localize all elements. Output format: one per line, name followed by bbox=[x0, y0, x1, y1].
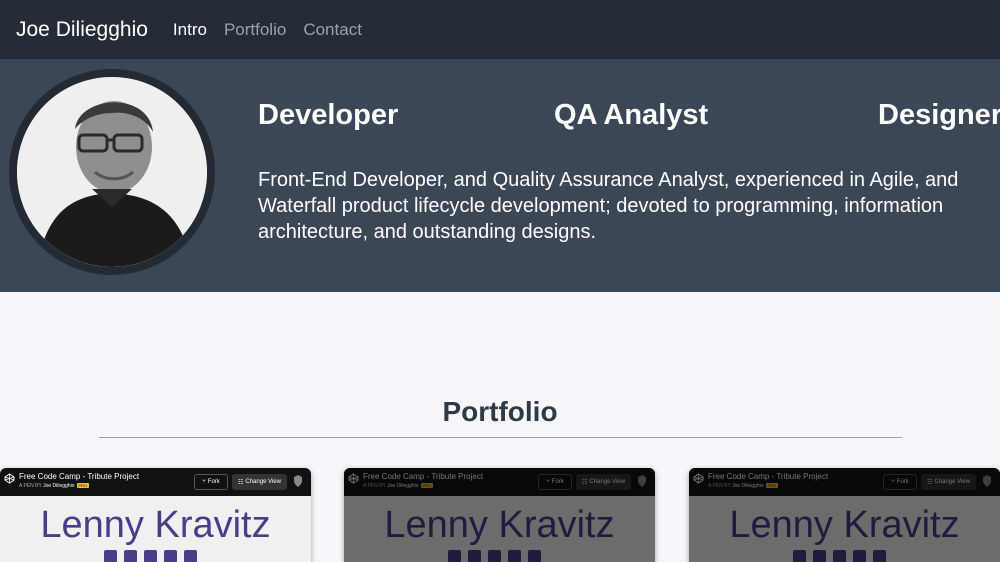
portfolio-card[interactable]: Free Code Camp - Tribute Project A PEN B… bbox=[344, 468, 655, 562]
instagram-icon[interactable] bbox=[468, 550, 481, 562]
social-icons bbox=[793, 550, 886, 562]
fork-label: Fork bbox=[207, 479, 220, 485]
fork-icon: ⑂ bbox=[891, 479, 895, 485]
card-header: Free Code Camp - Tribute Project A PEN B… bbox=[689, 468, 1000, 496]
spotify-icon[interactable] bbox=[508, 550, 521, 562]
twitter-icon[interactable] bbox=[144, 550, 157, 562]
change-view-button[interactable]: ☷ Change View bbox=[232, 474, 287, 490]
instagram-icon[interactable] bbox=[124, 550, 137, 562]
shield-icon[interactable] bbox=[638, 475, 646, 487]
change-view-button[interactable]: ☷ Change View bbox=[921, 474, 976, 490]
role-designer: Designer bbox=[878, 99, 1000, 131]
bio-text: Front-End Developer, and Quality Assuran… bbox=[258, 169, 959, 243]
fork-icon: ⑂ bbox=[202, 479, 206, 485]
youtube-icon[interactable] bbox=[528, 550, 541, 562]
shield-icon[interactable] bbox=[294, 475, 302, 487]
card-title[interactable]: Free Code Camp - Tribute Project bbox=[363, 472, 483, 481]
fork-button[interactable]: ⑂ Fork bbox=[194, 474, 228, 490]
profile-photo bbox=[9, 69, 215, 275]
card-author[interactable]: Joe Diliegghio bbox=[387, 483, 418, 489]
layout-icon: ☷ bbox=[238, 479, 244, 486]
facebook-icon[interactable] bbox=[448, 550, 461, 562]
portfolio-card[interactable]: Free Code Camp - Tribute Project A PEN B… bbox=[689, 468, 1000, 562]
twitter-icon[interactable] bbox=[833, 550, 846, 562]
shield-icon[interactable] bbox=[983, 475, 991, 487]
fork-label: Fork bbox=[896, 479, 909, 485]
card-author[interactable]: Joe Diliegghio bbox=[43, 483, 74, 489]
byline-prefix: A PEN BY bbox=[708, 483, 731, 489]
card-author[interactable]: Joe Diliegghio bbox=[732, 483, 763, 489]
card-title[interactable]: Free Code Camp - Tribute Project bbox=[19, 472, 139, 481]
facebook-icon[interactable] bbox=[104, 550, 117, 562]
byline-prefix: A PEN BY bbox=[363, 483, 386, 489]
brand-name[interactable]: Joe Diliegghio bbox=[16, 18, 148, 42]
instagram-icon[interactable] bbox=[813, 550, 826, 562]
spotify-icon[interactable] bbox=[853, 550, 866, 562]
change-view-button[interactable]: ☷ Change View bbox=[576, 474, 631, 490]
roles-row: Developer QA Analyst Designer bbox=[258, 99, 1000, 139]
change-view-label: Change View bbox=[934, 479, 970, 485]
profile-photo-illustration bbox=[17, 77, 207, 267]
role-qa-analyst: QA Analyst bbox=[554, 99, 709, 131]
youtube-icon[interactable] bbox=[184, 550, 197, 562]
card-preview: Lenny Kravitz bbox=[344, 496, 655, 562]
layout-icon: ☷ bbox=[582, 479, 588, 486]
youtube-icon[interactable] bbox=[873, 550, 886, 562]
facebook-icon[interactable] bbox=[793, 550, 806, 562]
fork-button[interactable]: ⑂ Fork bbox=[883, 474, 917, 490]
preview-name: Lenny Kravitz bbox=[40, 504, 271, 546]
social-icons bbox=[104, 550, 197, 562]
card-preview: Lenny Kravitz bbox=[0, 496, 311, 562]
pro-badge: PRO bbox=[76, 483, 90, 488]
card-title[interactable]: Free Code Camp - Tribute Project bbox=[708, 472, 828, 481]
portfolio-card[interactable]: Free Code Camp - Tribute Project A PEN B… bbox=[0, 468, 311, 562]
top-navbar: Joe Diliegghio Intro Portfolio Contact bbox=[0, 0, 1000, 59]
change-view-label: Change View bbox=[245, 479, 281, 485]
fork-label: Fork bbox=[551, 479, 564, 485]
codepen-icon bbox=[693, 473, 704, 484]
byline-prefix: A PEN BY bbox=[19, 483, 42, 489]
card-byline: A PEN BY Joe Diliegghio PRO bbox=[363, 483, 434, 489]
social-icons bbox=[448, 550, 541, 562]
preview-name: Lenny Kravitz bbox=[384, 504, 615, 546]
nav-link-portfolio[interactable]: Portfolio bbox=[224, 20, 286, 40]
layout-icon: ☷ bbox=[927, 479, 933, 486]
card-header: Free Code Camp - Tribute Project A PEN B… bbox=[344, 468, 655, 496]
codepen-icon bbox=[348, 473, 359, 484]
fork-icon: ⑂ bbox=[546, 479, 550, 485]
role-developer: Developer bbox=[258, 99, 399, 131]
preview-name: Lenny Kravitz bbox=[729, 504, 960, 546]
spotify-icon[interactable] bbox=[164, 550, 177, 562]
section-divider bbox=[99, 437, 902, 438]
card-byline: A PEN BY Joe Diliegghio PRO bbox=[19, 483, 90, 489]
change-view-label: Change View bbox=[589, 479, 625, 485]
card-preview: Lenny Kravitz bbox=[689, 496, 1000, 562]
pro-badge: PRO bbox=[765, 483, 779, 488]
card-byline: A PEN BY Joe Diliegghio PRO bbox=[708, 483, 779, 489]
codepen-icon bbox=[4, 473, 15, 484]
twitter-icon[interactable] bbox=[488, 550, 501, 562]
intro-hero: Developer QA Analyst Designer Front-End … bbox=[0, 59, 1000, 292]
pro-badge: PRO bbox=[420, 483, 434, 488]
card-header: Free Code Camp - Tribute Project A PEN B… bbox=[0, 468, 311, 496]
nav-link-intro[interactable]: Intro bbox=[173, 20, 207, 40]
portfolio-heading: Portfolio bbox=[442, 396, 558, 427]
fork-button[interactable]: ⑂ Fork bbox=[538, 474, 572, 490]
nav-link-contact[interactable]: Contact bbox=[303, 20, 362, 40]
